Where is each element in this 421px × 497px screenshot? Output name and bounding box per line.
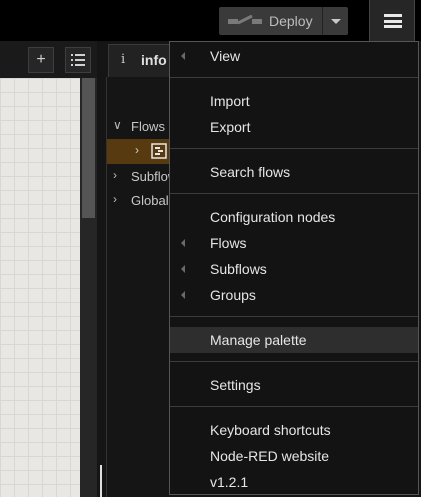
deploy-divider bbox=[322, 7, 323, 35]
menu-divider bbox=[170, 77, 418, 78]
add-flow-button[interactable]: + bbox=[28, 47, 54, 73]
submenu-arrow-icon bbox=[181, 291, 185, 299]
info-icon: i bbox=[121, 52, 126, 67]
tab-info[interactable]: i info bbox=[108, 44, 170, 77]
menu-divider bbox=[170, 361, 418, 362]
menu-item-label: Configuration nodes bbox=[210, 209, 336, 225]
chevron-right-icon[interactable]: › bbox=[135, 143, 139, 157]
tree-item-label: Flows bbox=[131, 119, 165, 134]
flow-canvas[interactable] bbox=[0, 78, 80, 497]
tree-item-label: Global bbox=[131, 193, 169, 208]
chevron-right-icon[interactable]: › bbox=[113, 192, 117, 206]
tree-item-selected-flow[interactable]: › bbox=[107, 139, 170, 164]
tab-info-label: info bbox=[141, 52, 167, 68]
submenu-arrow-icon bbox=[181, 52, 185, 60]
menu-item-flows[interactable]: Flows bbox=[170, 230, 418, 256]
menu-divider bbox=[170, 316, 418, 317]
menu-item-groups[interactable]: Groups bbox=[170, 282, 418, 308]
tree-item-global[interactable]: › Global bbox=[107, 189, 170, 214]
list-flows-button[interactable] bbox=[65, 47, 91, 73]
sidebar-resize-handle[interactable] bbox=[100, 465, 102, 497]
menu-divider bbox=[170, 148, 418, 149]
menu-item-label: Node-RED website bbox=[210, 448, 330, 464]
deploy-label: Deploy bbox=[269, 13, 313, 29]
menu-item-label: Search flows bbox=[210, 164, 291, 180]
menu-item-label: Import bbox=[210, 93, 250, 109]
menu-divider bbox=[170, 193, 418, 194]
menu-item-search-flows[interactable]: Search flows bbox=[170, 159, 418, 185]
menu-item-configuration-nodes[interactable]: Configuration nodes bbox=[170, 204, 418, 230]
tree-item-flows[interactable]: ∨ Flows bbox=[107, 115, 170, 140]
header-bar: Deploy bbox=[0, 0, 421, 41]
submenu-arrow-icon bbox=[181, 239, 185, 247]
menu-item-label: Keyboard shortcuts bbox=[210, 422, 331, 438]
workspace-tab-bar: + bbox=[0, 41, 97, 79]
menu-item-view[interactable]: View bbox=[170, 43, 418, 69]
submenu-arrow-icon bbox=[181, 265, 185, 273]
plus-icon: + bbox=[36, 51, 46, 68]
menu-item-label: Export bbox=[210, 119, 251, 135]
menu-divider bbox=[170, 406, 418, 407]
menu-item-import[interactable]: Import bbox=[170, 88, 418, 114]
caret-down-icon[interactable] bbox=[331, 19, 341, 24]
menu-item-label: Flows bbox=[210, 235, 247, 251]
menu-item-label: Groups bbox=[210, 287, 256, 303]
chevron-right-icon[interactable]: › bbox=[113, 168, 117, 182]
tree-item-subflows[interactable]: › Subflows bbox=[107, 165, 184, 190]
flow-icon bbox=[151, 143, 167, 159]
menu-item-export[interactable]: Export bbox=[170, 114, 418, 140]
list-icon bbox=[71, 54, 85, 66]
menu-item-label: Manage palette bbox=[210, 332, 307, 348]
main-menu-dropdown: View Import Export Search flows Configur… bbox=[169, 41, 419, 495]
deploy-button[interactable]: Deploy bbox=[219, 7, 348, 35]
chevron-down-icon[interactable]: ∨ bbox=[113, 118, 122, 132]
menu-item-manage-palette[interactable]: Manage palette bbox=[170, 327, 418, 353]
menu-item-subflows[interactable]: Subflows bbox=[170, 256, 418, 282]
menu-item-version: v1.2.1 bbox=[170, 469, 418, 495]
canvas-scrollbar[interactable] bbox=[80, 78, 97, 497]
menu-item-label: Subflows bbox=[210, 261, 267, 277]
menu-item-keyboard-shortcuts[interactable]: Keyboard shortcuts bbox=[170, 417, 418, 443]
main-menu-button[interactable] bbox=[369, 0, 415, 41]
hamburger-icon bbox=[384, 14, 402, 28]
scrollbar-thumb[interactable] bbox=[82, 78, 95, 218]
deploy-icon bbox=[228, 14, 262, 25]
menu-item-label: Settings bbox=[210, 377, 261, 393]
menu-item-settings[interactable]: Settings bbox=[170, 372, 418, 398]
menu-item-label: View bbox=[210, 48, 241, 64]
version-label: v1.2.1 bbox=[210, 474, 249, 490]
menu-item-node-red-website[interactable]: Node-RED website bbox=[170, 443, 418, 469]
